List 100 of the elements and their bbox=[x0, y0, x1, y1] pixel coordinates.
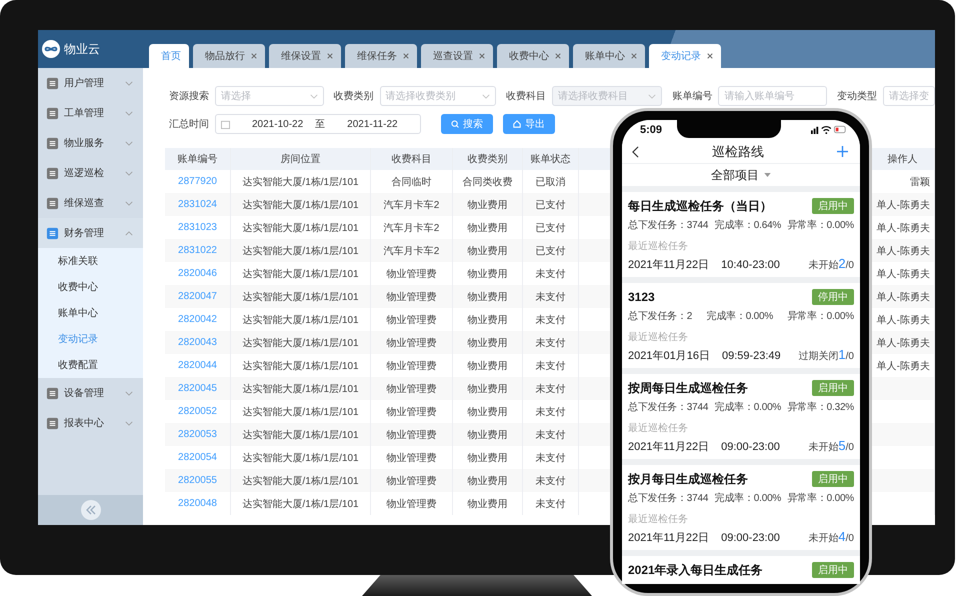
tab[interactable]: 维保设置 bbox=[269, 44, 341, 68]
sidebar-item[interactable]: 账单中心 bbox=[38, 300, 143, 326]
task-stat: 总下发任务：3744 bbox=[628, 218, 708, 232]
tab[interactable]: 巡查设置 bbox=[421, 44, 493, 68]
table-cell-text: 已支付 bbox=[536, 244, 566, 258]
task-card[interactable]: 每日生成巡检任务（当日） 启用中 总下发任务：3744 完成率：0.64% 异常率：0.00% 最近巡检任务 2021年11月22日 10:40-23:00 未开始2/0 bbox=[622, 192, 860, 277]
close-icon[interactable] bbox=[403, 53, 409, 59]
add-icon[interactable] bbox=[837, 146, 848, 158]
tab[interactable]: 收费中心 bbox=[497, 44, 569, 68]
task-card[interactable]: 按周每日生成巡检任务 启用中 总下发任务：3744 完成率：0.00% 异常率：0.32% 最近巡检任务 2021年11月22日 09:00-23:00 未开始5/0 bbox=[622, 374, 860, 459]
table-cell-text: 单人-陈勇夫 bbox=[876, 360, 930, 372]
task-date: 2021年11月22日 bbox=[628, 440, 710, 454]
task-state: 过期关闭 bbox=[797, 350, 838, 363]
table-cell-text: 达实智能大厦/1栋/1层/101 bbox=[242, 452, 359, 464]
task-state: 未开始 bbox=[807, 258, 838, 272]
table-cell-text: 已支付 bbox=[536, 222, 566, 234]
back-icon[interactable] bbox=[632, 146, 639, 158]
tab[interactable]: 维保任务 bbox=[345, 44, 417, 68]
table-cell-text: 物业费用 bbox=[468, 474, 508, 488]
task-count: 5 bbox=[838, 438, 846, 453]
chevron-icon bbox=[648, 94, 656, 98]
close-icon[interactable] bbox=[251, 53, 257, 59]
task-card[interactable]: 2021年录入每日生成任务 启用中 bbox=[622, 556, 860, 584]
date-range-field[interactable]: 2021-10-22 至 2021-11-22 bbox=[215, 114, 421, 134]
task-total: /0 bbox=[846, 260, 854, 271]
sidebar-group[interactable]: 工单管理 bbox=[38, 98, 143, 128]
task-time: 09:00-23:00 bbox=[721, 441, 780, 453]
list-icon bbox=[46, 386, 59, 400]
table-cell-text: 未支付 bbox=[536, 382, 566, 396]
table-cell-text: 未支付 bbox=[536, 474, 566, 488]
sidebar-group[interactable]: 维保巡查 bbox=[38, 188, 143, 218]
close-icon[interactable] bbox=[327, 53, 333, 59]
project-filter[interactable]: 全部项目 bbox=[622, 164, 860, 186]
table-cell-text: 达实智能大厦/1栋/1层/101 bbox=[242, 382, 359, 396]
screen-title: 巡检路线 bbox=[712, 142, 764, 161]
table-cell-text: 单人-陈勇夫 bbox=[876, 290, 930, 304]
table-cell-text: 达实智能大厦/1栋/1层/101 bbox=[242, 406, 359, 418]
calendar-icon bbox=[221, 120, 230, 128]
task-card[interactable]: 按月每日生成巡检任务 启用中 总下发任务：3744 完成率：0.00% 异常率：0.00% 最近巡检任务 2021年11月22日 09:00-23:00 未开始4/0 bbox=[622, 465, 860, 550]
table-cell-text: 物业管理费 bbox=[386, 336, 436, 350]
list-icon bbox=[46, 226, 59, 240]
task-stat: 总下发任务：3744 bbox=[628, 400, 708, 414]
tab[interactable]: 变动记录 bbox=[649, 44, 721, 68]
table-cell-text: 达实智能大厦/1栋/1层/101 bbox=[242, 268, 359, 280]
chevron-icon bbox=[482, 94, 490, 98]
recent-label: 最近巡检任务 bbox=[628, 512, 689, 526]
filter-label: 资源搜索 bbox=[169, 90, 209, 103]
sidebar-group[interactable]: 物业服务 bbox=[38, 128, 143, 158]
table-cell-text: 未支付 bbox=[536, 406, 566, 418]
filter-label: 汇总时间 bbox=[169, 118, 209, 131]
table-cell-text: 物业管理费 bbox=[386, 314, 436, 326]
task-stat: 总下发任务：2 bbox=[628, 310, 692, 323]
task-card[interactable]: 3123 停用中 总下发任务：2 完成率：0.00% 异常率：0.00% 最近巡检任务 2021年01月16日 09:59-23:49 过期关闭1/0 bbox=[622, 283, 860, 368]
sidebar-group[interactable]: 报表中心 bbox=[38, 408, 143, 438]
task-time: 10:40-23:00 bbox=[721, 259, 780, 271]
close-icon[interactable] bbox=[479, 53, 485, 59]
task-stat: 异常率：0.00% bbox=[787, 492, 854, 505]
task-stat: 完成率：0.00% bbox=[714, 492, 782, 505]
column-header: 账单状态 bbox=[523, 148, 579, 170]
filter-label: 账单编号 bbox=[672, 90, 712, 103]
sidebar-item[interactable]: 标准关联 bbox=[38, 248, 143, 274]
task-title: 按月每日生成巡检任务 bbox=[628, 470, 748, 488]
table-cell-text: 达实智能大厦/1栋/1层/101 bbox=[242, 360, 359, 372]
sidebar-item[interactable]: 收费中心 bbox=[38, 274, 143, 300]
table-cell-text: 未支付 bbox=[536, 360, 566, 372]
sidebar-group[interactable]: 财务管理 bbox=[38, 218, 143, 248]
table-cell-text: 物业费用 bbox=[468, 336, 508, 350]
chevron-icon bbox=[125, 80, 133, 86]
table-cell-text: 未支付 bbox=[536, 290, 566, 304]
table-cell-text: 达实智能大厦/1栋/1层/101 bbox=[242, 314, 359, 326]
task-stat: 完成率：0.64% bbox=[714, 218, 782, 232]
table-cell-text: 达实智能大厦/1栋/1层/101 bbox=[242, 498, 359, 510]
table-cell-text: 物业费用 bbox=[468, 498, 508, 510]
task-time: 09:00-23:00 bbox=[721, 532, 780, 544]
tab[interactable]: 账单中心 bbox=[573, 44, 645, 68]
logo-icon bbox=[42, 40, 60, 58]
chevron-icon bbox=[125, 230, 133, 236]
column-header: 账单编号 bbox=[165, 148, 231, 170]
table-cell-text: 已支付 bbox=[536, 198, 566, 212]
task-date: 2021年01月16日 bbox=[628, 349, 710, 363]
status-badge: 启用中 bbox=[812, 562, 854, 578]
close-icon[interactable] bbox=[707, 53, 713, 59]
chevron-icon bbox=[125, 200, 133, 206]
tab[interactable]: 首页 bbox=[149, 44, 189, 68]
status-time: 5:09 bbox=[640, 124, 662, 136]
table-cell-text: 单人-陈勇夫 bbox=[876, 244, 930, 258]
chevron-icon bbox=[125, 390, 133, 396]
close-icon[interactable] bbox=[555, 53, 561, 59]
tab[interactable]: 物品放行 bbox=[193, 44, 265, 68]
sidebar-group[interactable]: 用户管理 bbox=[38, 68, 143, 98]
recent-label: 最近巡检任务 bbox=[628, 240, 689, 253]
task-time: 09:59-23:49 bbox=[722, 350, 781, 362]
sidebar-item[interactable]: 收费配置 bbox=[38, 352, 143, 378]
chevron-icon bbox=[125, 170, 133, 176]
chevron-icon bbox=[125, 110, 133, 116]
task-count: 2 bbox=[838, 256, 846, 271]
sidebar-group[interactable]: 巡逻巡检 bbox=[38, 158, 143, 188]
task-state: 未开始 bbox=[807, 440, 838, 454]
sidebar-group[interactable]: 设备管理 bbox=[38, 378, 143, 408]
close-icon[interactable] bbox=[631, 53, 637, 59]
